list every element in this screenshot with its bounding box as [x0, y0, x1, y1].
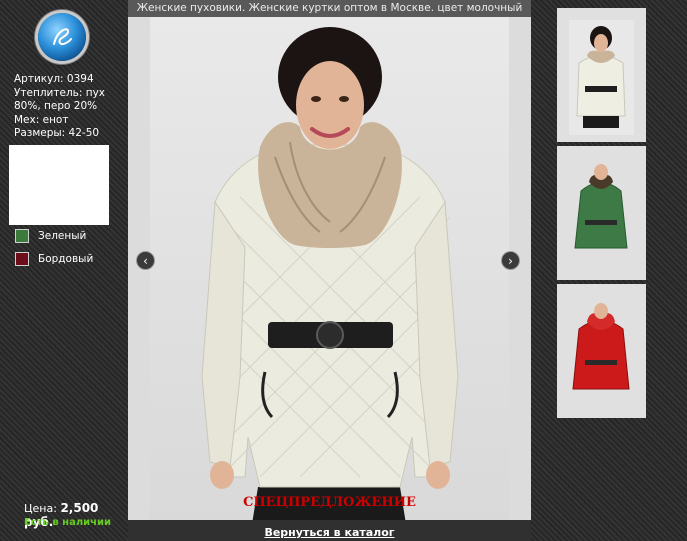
article-number: Артикул: 0394: [14, 73, 94, 85]
back-to-catalog-link[interactable]: Вернуться в каталог: [264, 526, 394, 539]
color-swatch-burgundy[interactable]: [15, 252, 29, 266]
stock-status: Есть в наличии: [24, 517, 112, 528]
logo-mark: [53, 28, 72, 46]
thumbnail-red[interactable]: [557, 284, 646, 418]
product-specs: Артикул: 0394 Утеплитель: пух 80%, перо …: [14, 73, 122, 141]
thumbnail-milk-image: [569, 20, 634, 135]
thumbnail-green[interactable]: [557, 146, 646, 280]
filling-info: Утеплитель: пух 80%, перо 20%: [14, 86, 106, 113]
color-label-burgundy[interactable]: Бордовый: [38, 253, 93, 265]
sizes-info: Размеры: 42-50: [14, 127, 100, 139]
color-option-burgundy[interactable]: Бордовый: [15, 252, 93, 266]
thumbnail-milk[interactable]: [557, 8, 646, 142]
thumbnail-green-image: [574, 164, 628, 249]
thumbnail-red-image: [572, 303, 630, 390]
left-panel: Артикул: 0394 Утеплитель: пух 80%, перо …: [0, 0, 128, 541]
price-label: Цена:: [24, 502, 57, 515]
back-bar: Вернуться в каталог: [128, 520, 531, 541]
jacket-illustration: [201, 27, 459, 524]
chevron-right-icon: ›: [508, 253, 513, 268]
prev-image-button[interactable]: ‹: [136, 251, 155, 270]
color-option-green[interactable]: Зеленый: [15, 229, 86, 243]
next-image-button[interactable]: ›: [501, 251, 520, 270]
product-photo: [150, 17, 509, 524]
page-title: Женские пуховики. Женские куртки оптом в…: [128, 0, 531, 17]
color-swatch-green[interactable]: [15, 229, 29, 243]
color-label-green[interactable]: Зеленый: [38, 230, 86, 242]
logo-icon[interactable]: [38, 13, 86, 61]
chevron-left-icon: ‹: [143, 253, 148, 268]
product-viewer: Женские пуховики. Женские куртки оптом в…: [128, 0, 531, 541]
special-offer-label: СПЕЦПРЕДЛОЖЕНИЕ: [243, 495, 416, 510]
fur-info: Мех: енот: [14, 113, 69, 126]
color-preview-box: [9, 145, 109, 225]
